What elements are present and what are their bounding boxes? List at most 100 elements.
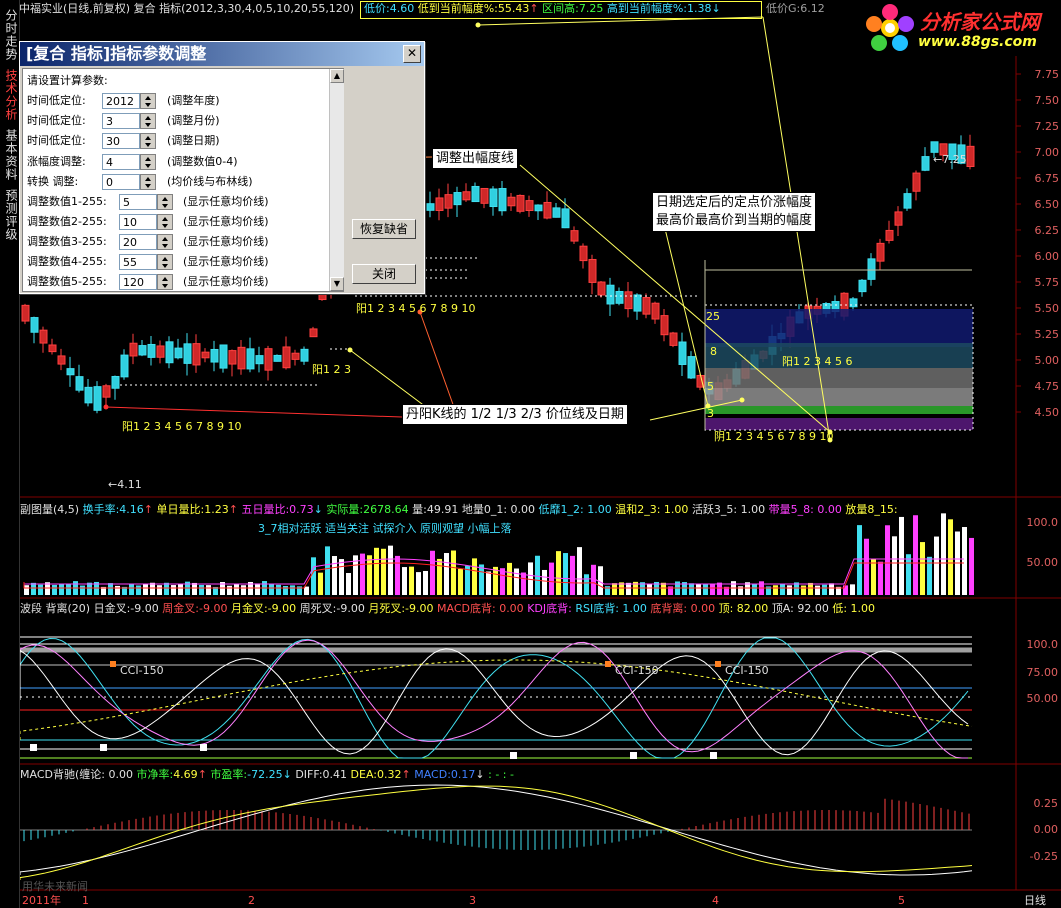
param-input[interactable]: 30 [102,133,140,149]
param-label: 调整数值4-255: [27,255,107,268]
volume-bar [829,583,834,595]
param-input[interactable]: 4 [102,154,140,170]
vol-axis-100: 100.0 [1026,516,1059,529]
spinner-icon[interactable] [157,254,173,270]
candle-body [201,351,210,359]
volume-bar [892,536,897,595]
logo-name: 分析家公式网 [920,10,1040,34]
param-row: 时间低定位: 3 (调整月份) [27,112,327,130]
callout-date-note: 日期选定后的定点价涨幅度 最高价最高价到当期的幅度 [652,192,817,232]
count-label-2: 阳1 2 3 [312,363,351,376]
candle-body [183,343,192,364]
period-daily-tab[interactable]: 日线 [1024,894,1046,908]
wave-axis-50: 50.00 [1026,692,1059,705]
wave-signal-mark [630,752,637,759]
volume-bar [402,567,407,595]
candle-body [543,201,552,219]
param-input[interactable]: 2012 [102,93,140,109]
range-band [705,309,973,347]
spinner-icon[interactable] [140,133,156,149]
close-button[interactable]: 关闭 [352,264,416,284]
param-input[interactable]: 20 [119,234,157,250]
wave-signal-mark [30,744,37,751]
param-scrollbar[interactable]: ▲ ▼ [329,69,344,291]
tab-rating[interactable]: 预测评级 [2,186,18,244]
restore-default-button[interactable]: 恢复缺省 [352,219,416,239]
volume-bar [689,583,694,595]
param-input[interactable]: 0 [102,174,140,190]
volume-bar [115,585,120,595]
volume-bar [157,585,162,595]
candle-body [498,188,507,212]
candle-body [489,188,498,208]
param-note: (调整年度) [167,94,220,107]
param-note: (显示任意均价线) [183,275,269,288]
dialog-close-icon[interactable]: ✕ [403,45,421,63]
volume-bar [899,516,904,595]
wave-signal-mark [510,752,517,759]
month-5: 5 [898,894,905,907]
volume-bar [381,548,386,595]
volume-bar [661,582,666,595]
candle-body [273,354,282,362]
scroll-up-icon[interactable]: ▲ [330,69,344,83]
volume-bar [283,586,288,595]
param-input[interactable]: 120 [119,274,157,290]
param-row: 调整数值5-255: 120 (显示任意均价线) [27,273,327,291]
tab-intraday[interactable]: 分时走势 [2,6,18,64]
param-input[interactable]: 5 [119,194,157,210]
wave-panel-header: 波段 背离(20) 日金叉:-9.00 周金叉:-9.00 月金叉:-9.00 … [20,602,876,615]
spinner-icon[interactable] [157,194,173,210]
volume-bar [850,584,855,595]
candle-body [867,258,876,280]
tab-fundamentals[interactable]: 基本资料 [2,126,18,184]
param-label: 涨幅度调整: [27,155,86,168]
tab-technical[interactable]: 技术分析 [2,66,18,124]
spinner-icon[interactable] [140,174,156,190]
candle-body [885,229,894,241]
low-price-mark: ←4.11 [108,478,142,491]
spinner-icon[interactable] [140,93,156,109]
price-axis-label: 6.50 [1034,198,1060,211]
candle-body [84,386,93,404]
high-price-mark: ←7.25 [933,153,967,166]
volume-bar [815,585,820,595]
param-input[interactable]: 55 [119,254,157,270]
spinner-icon[interactable] [157,234,173,250]
volume-bar [843,585,848,595]
scroll-down-icon[interactable]: ▼ [330,277,344,291]
candle-body [651,302,660,320]
year-label: 2011年 [22,894,61,907]
volume-bar [514,568,519,595]
candle-body [30,317,39,333]
spinner-icon[interactable] [157,274,173,290]
volume-bar [626,582,631,595]
volume-bar [318,572,323,595]
candle-body [75,376,84,391]
candle-body [687,356,696,379]
volume-bar [276,584,281,595]
param-input[interactable]: 3 [102,113,140,129]
cci-mark [715,661,721,667]
volume-bar [437,558,442,595]
count-label-5: 阴1 2 3 4 5 6 7 8 9 10 [714,430,834,443]
candle-body [192,343,201,366]
annotation-arrow [419,311,456,411]
range-info: 低价:4.60 低到当前幅度%:55.43↑ 区间高:7.25 高到当前幅度%:… [364,2,721,15]
volume-bar [234,583,239,595]
volume-bar [388,545,393,595]
volume-bar [472,558,477,595]
volume-bar [570,555,575,595]
candle-body [210,348,219,363]
spinner-icon[interactable] [140,154,156,170]
volume-bar [367,555,372,595]
param-input[interactable]: 10 [119,214,157,230]
volume-bar [311,557,316,595]
volume-bar [647,583,652,595]
spinner-icon[interactable] [157,214,173,230]
spinner-icon[interactable] [140,113,156,129]
candle-body [642,297,651,315]
volume-bar [444,553,449,595]
candle-body [129,342,138,357]
site-logo: 分析家公式网 www.88gs.com [860,0,1060,56]
